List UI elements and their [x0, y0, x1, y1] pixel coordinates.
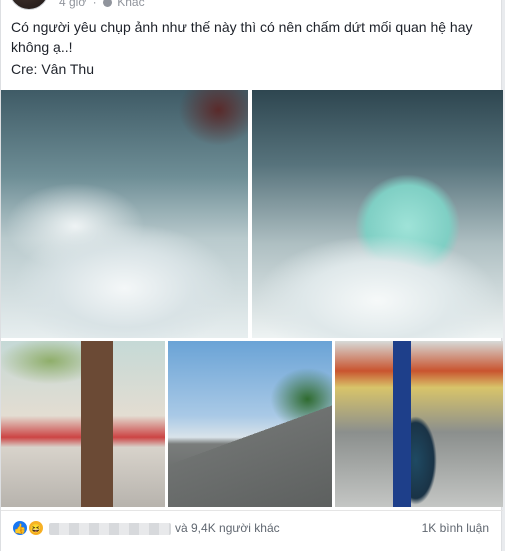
photo-5[interactable] — [335, 341, 503, 507]
post-time[interactable]: 4 giờ — [59, 0, 86, 9]
post-text: Có người yêu chụp ảnh như thế này thì có… — [11, 19, 473, 55]
post-privacy: Khác — [117, 0, 145, 9]
photo-1[interactable] — [1, 90, 248, 338]
reactor-names-blurred — [49, 523, 171, 535]
photo-3[interactable] — [1, 341, 165, 507]
privacy-icon — [102, 0, 112, 8]
reaction-bar: 👍 😆 và 9,4K người khác 1K bình luận — [1, 510, 503, 551]
reaction-count[interactable]: và 9,4K người khác — [175, 521, 280, 535]
comment-count[interactable]: 1K bình luận — [422, 521, 489, 535]
meta-separator: · — [92, 0, 97, 9]
post-card: 4 giờ · Khác Có người yêu chụp ảnh như t… — [0, 0, 503, 551]
photo-4[interactable] — [168, 341, 332, 507]
photo-2[interactable] — [252, 90, 503, 338]
post-header: 4 giờ · Khác — [1, 0, 503, 12]
avatar[interactable] — [9, 0, 49, 10]
like-icon[interactable]: 👍 — [11, 519, 29, 537]
post-meta: 4 giờ · Khác — [59, 0, 145, 9]
haha-icon[interactable]: 😆 — [27, 519, 45, 537]
post-credit: Cre: Vân Thu — [11, 61, 95, 77]
